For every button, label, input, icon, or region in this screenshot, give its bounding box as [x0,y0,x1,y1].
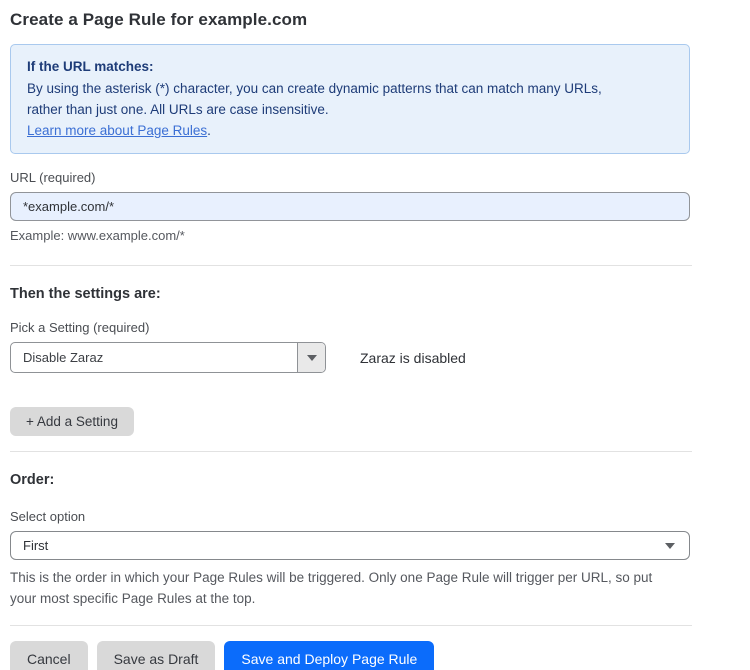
add-setting-button[interactable]: + Add a Setting [10,407,134,436]
link-suffix: . [207,123,211,138]
caret-down-icon [307,355,317,361]
save-as-draft-button[interactable]: Save as Draft [97,641,216,670]
divider [10,625,692,626]
url-match-info-box: If the URL matches: By using the asteris… [10,44,690,154]
cancel-button[interactable]: Cancel [10,641,88,670]
learn-more-link[interactable]: Learn more about Page Rules [27,123,207,138]
setting-select-value: Disable Zaraz [11,343,297,372]
setting-select-arrow-button[interactable] [297,343,325,372]
info-box-link-line: Learn more about Page Rules. [27,120,673,141]
order-select-value: First [23,538,48,553]
info-box-heading: If the URL matches: [27,56,673,77]
url-example-helper: Example: www.example.com/* [10,228,700,243]
order-section-heading: Order: [10,472,700,488]
order-select[interactable]: First [10,531,690,560]
setting-picker-label: Pick a Setting (required) [10,320,700,335]
divider [10,451,692,452]
info-box-body: By using the asterisk (*) character, you… [27,78,637,120]
setting-row: Disable Zaraz Zaraz is disabled [10,342,700,373]
settings-section-heading: Then the settings are: [10,286,700,302]
order-helper-text: This is the order in which your Page Rul… [10,567,682,609]
divider [10,265,692,266]
setting-select[interactable]: Disable Zaraz [10,342,326,373]
save-and-deploy-button[interactable]: Save and Deploy Page Rule [224,641,434,670]
setting-status-text: Zaraz is disabled [360,350,466,366]
url-field-label: URL (required) [10,170,700,185]
page-title: Create a Page Rule for example.com [10,10,700,30]
order-select-label: Select option [10,509,700,524]
page-rule-form: Create a Page Rule for example.com If th… [0,0,700,670]
form-actions: Cancel Save as Draft Save and Deploy Pag… [10,641,700,670]
url-input[interactable] [10,192,690,221]
caret-down-icon [665,543,675,549]
